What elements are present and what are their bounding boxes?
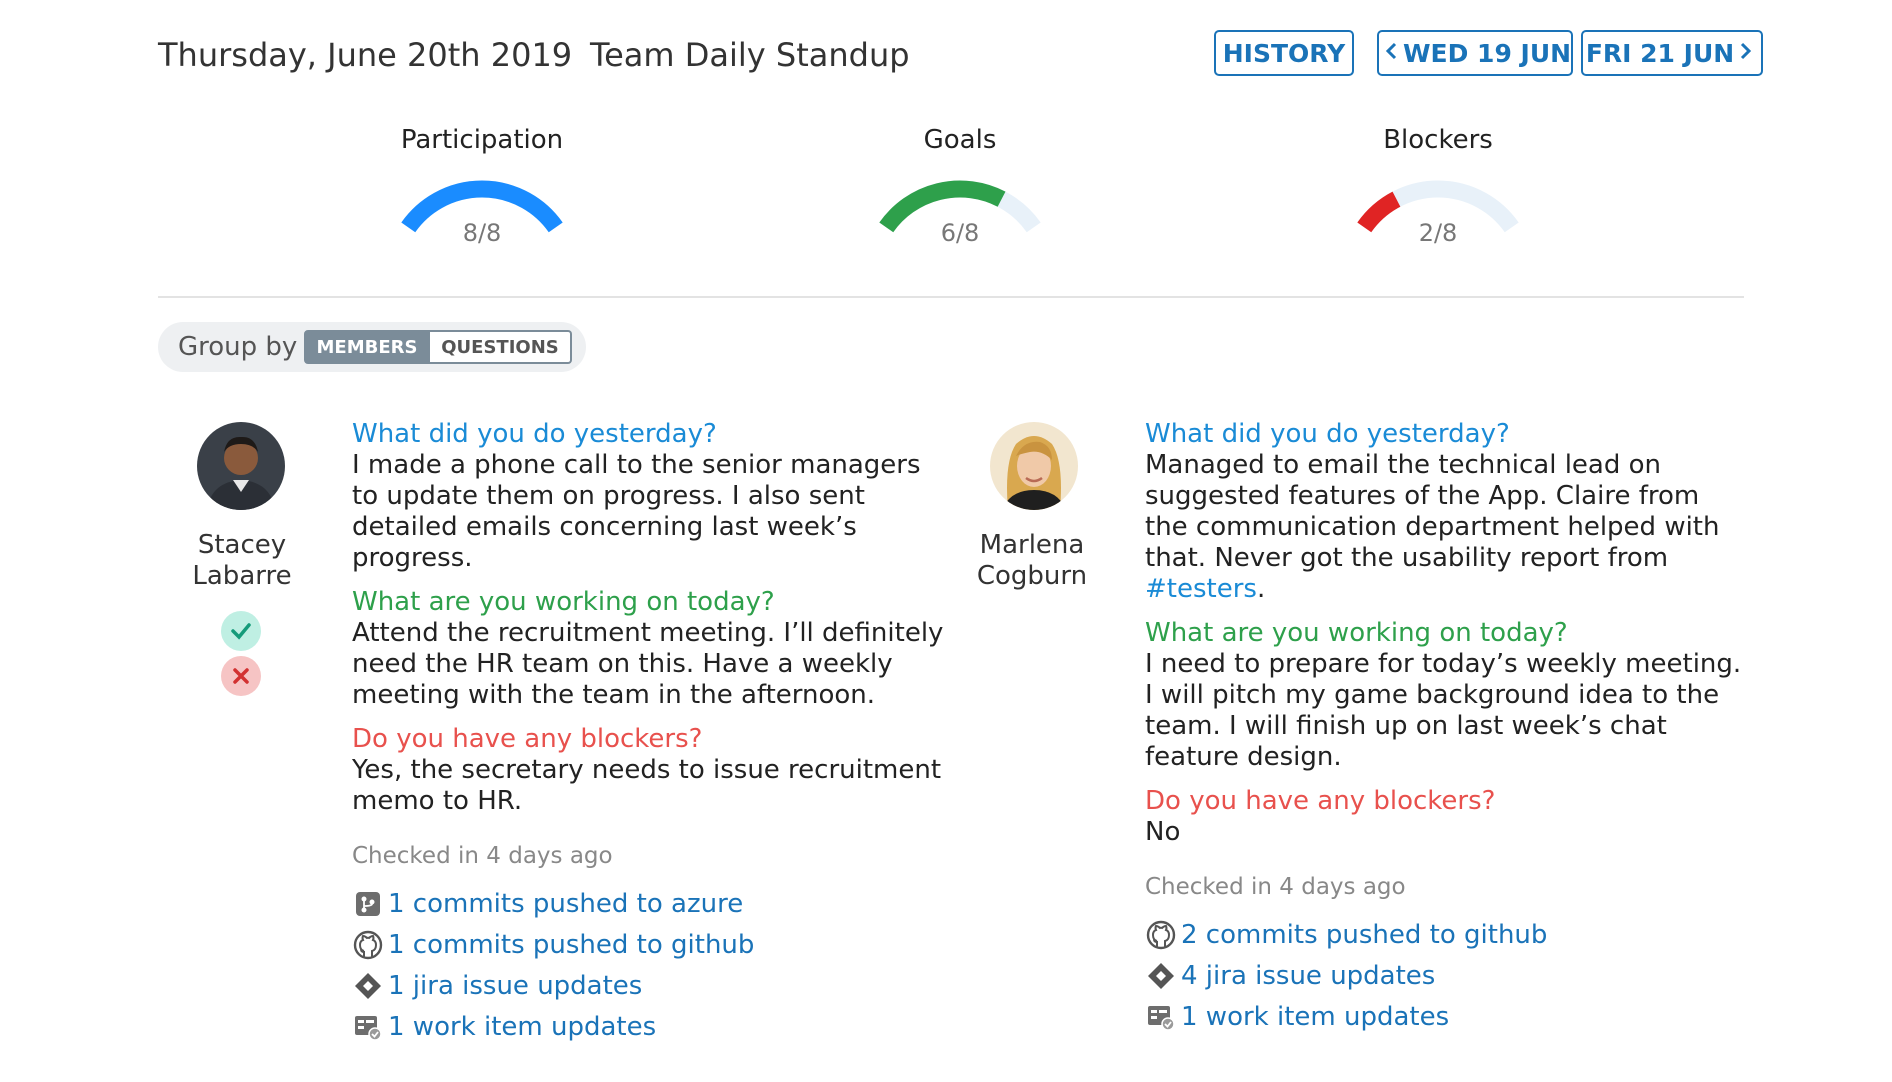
question-blockers: Do you have any blockers?: [1145, 786, 1496, 816]
member-first-name: Stacey: [197, 530, 287, 560]
question-yesterday: What did you do yesterday?: [1145, 419, 1510, 449]
answer-blockers: Yes, the secretary needs to issue recrui…: [352, 755, 942, 816]
answer-today: I need to prepare for today’s weekly mee…: [1145, 649, 1742, 772]
gauge-title: Participation: [400, 125, 564, 155]
member-name: Marlena Cogburn: [942, 530, 1122, 592]
group-by-label: Group by: [178, 332, 298, 362]
member-last-name: Labarre: [192, 561, 292, 591]
activity-label: 1 work item updates: [388, 1011, 657, 1042]
answer-yesterday: I made a phone call to the senior manage…: [352, 450, 921, 573]
checked-in-time: Checked in 4 days ago: [1145, 874, 1406, 900]
standup-date: Thursday, June 20th 2019: [158, 36, 573, 74]
answer-today: Attend the recruitment meeting. I’ll def…: [352, 618, 944, 710]
activity-link-work-item[interactable]: 1 work item updates: [352, 1006, 952, 1047]
github-icon: [352, 929, 384, 961]
question-today: What are you working on today?: [1145, 618, 1568, 648]
activity-link-jira[interactable]: 1 jira issue updates: [352, 965, 952, 1006]
chevron-right-icon: [1740, 41, 1752, 66]
group-by-members-button[interactable]: MEMBERS: [304, 330, 430, 364]
github-icon: [1145, 919, 1177, 951]
avatar: [990, 422, 1078, 510]
member-last-name: Cogburn: [976, 561, 1088, 591]
cross-icon: [221, 656, 261, 696]
answer-yesterday: Managed to email the technical lead on s…: [1145, 450, 1745, 605]
history-button-label: HISTORY: [1222, 38, 1346, 68]
member-answers: What did you do yesterday? I made a phon…: [352, 418, 952, 1047]
next-day-label: FRI 21 JUN: [1585, 38, 1735, 68]
answer-blockers: No: [1145, 817, 1181, 847]
gauge-value: 8/8: [462, 219, 502, 247]
previous-day-label: WED 19 JUN: [1402, 38, 1572, 68]
gauge-title: Goals: [923, 125, 997, 155]
activity-label: 2 commits pushed to github: [1181, 919, 1548, 950]
divider: [158, 296, 1744, 298]
activity-label: 4 jira issue updates: [1181, 960, 1436, 991]
member-name: Stacey Labarre: [152, 530, 332, 592]
checked-in-time: Checked in 4 days ago: [352, 843, 613, 869]
question-yesterday: What did you do yesterday?: [352, 419, 717, 449]
gauge-value: 6/8: [940, 219, 980, 247]
question-blockers: Do you have any blockers?: [352, 724, 703, 754]
check-icon: [221, 611, 261, 651]
activity-link-github[interactable]: 1 commits pushed to github: [352, 924, 952, 965]
work-item-icon: [1145, 1001, 1177, 1033]
question-today: What are you working on today?: [352, 587, 775, 617]
group-by-questions-button[interactable]: QUESTIONS: [430, 330, 572, 364]
activity-link-jira[interactable]: 4 jira issue updates: [1145, 955, 1745, 996]
participation-gauge: Participation 8/8: [362, 125, 602, 247]
gauge-title: Blockers: [1383, 125, 1493, 155]
activity-label: 1 commits pushed to github: [388, 929, 755, 960]
member-first-name: Marlena: [979, 530, 1085, 560]
goals-gauge: Goals 6/8: [840, 125, 1080, 247]
answer-text: Managed to email the technical lead on s…: [1145, 450, 1720, 573]
previous-day-button[interactable]: WED 19 JUN: [1377, 30, 1573, 76]
group-by-control: Group by MEMBERS QUESTIONS: [158, 322, 586, 372]
chevron-left-icon: [1385, 41, 1397, 66]
work-item-icon: [352, 1011, 384, 1043]
activity-label: 1 jira issue updates: [388, 970, 643, 1001]
page-title: Team Daily Standup: [590, 36, 910, 74]
next-day-button[interactable]: FRI 21 JUN: [1581, 30, 1763, 76]
jira-icon: [1145, 960, 1177, 992]
answer-text-end: .: [1256, 574, 1266, 604]
channel-tag-link[interactable]: #testers: [1145, 574, 1257, 604]
avatar: [197, 422, 285, 510]
history-button[interactable]: HISTORY: [1214, 30, 1354, 76]
activity-link-azure[interactable]: 1 commits pushed to azure: [352, 883, 952, 924]
activity-label: 1 work item updates: [1181, 1001, 1450, 1032]
member-answers: What did you do yesterday? Managed to em…: [1145, 418, 1745, 1037]
gauge-value: 2/8: [1418, 219, 1458, 247]
activity-link-github[interactable]: 2 commits pushed to github: [1145, 914, 1745, 955]
activity-link-work-item[interactable]: 1 work item updates: [1145, 996, 1745, 1037]
jira-icon: [352, 970, 384, 1002]
azure-repo-icon: [352, 888, 384, 920]
activity-label: 1 commits pushed to azure: [388, 888, 744, 919]
blockers-gauge: Blockers 2/8: [1318, 125, 1558, 247]
